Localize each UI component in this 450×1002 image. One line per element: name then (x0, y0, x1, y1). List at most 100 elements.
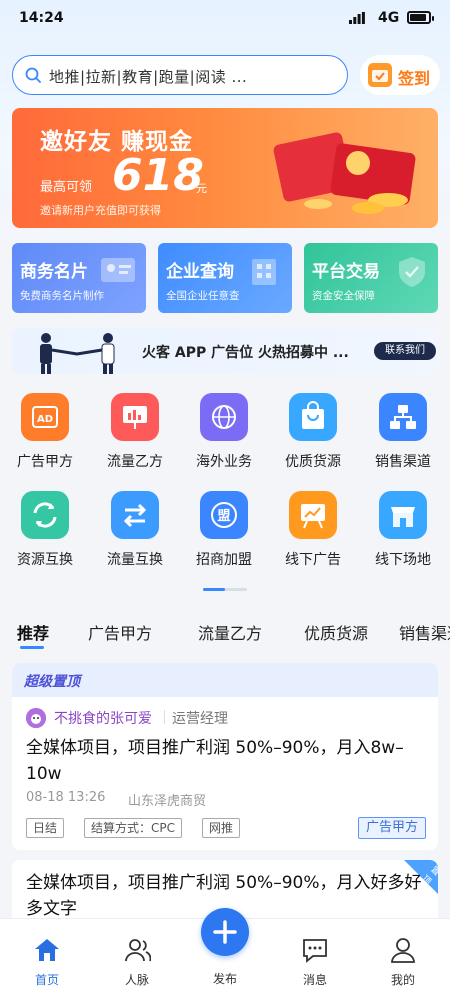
super-pinned-header: 超级置顶 (12, 663, 438, 697)
post-category-badge: 广告甲方 (358, 817, 427, 839)
quick-card-subtitle: 全国企业任意查 (166, 290, 240, 302)
swap-arrows-icon (111, 491, 159, 539)
grid-item-label: 海外业务 (196, 454, 252, 470)
grid-item-label: 销售渠道 (375, 454, 431, 470)
home-icon (35, 939, 59, 961)
handshake-illustration (40, 333, 115, 374)
svg-text:盟: 盟 (217, 508, 230, 524)
tab-sales-channel[interactable]: 销售渠道 (399, 620, 450, 644)
nav-label: 消息 (302, 973, 327, 987)
grid-item-overseas[interactable]: 海外业务 (184, 393, 264, 471)
sign-in-label: 签到 (398, 69, 431, 88)
nav-contacts[interactable]: 人脉 (107, 937, 167, 988)
post-card-pinned[interactable]: 超级置顶 不挑食的张可爱 运营经理 全媒体项目，项目推广利润 50%–90%，月… (12, 663, 438, 850)
shopping-bag-icon (289, 393, 337, 441)
author-name[interactable]: 不挑食的张可爱 (54, 708, 152, 728)
grid-item-label: 资源互换 (17, 552, 73, 568)
nav-label: 首页 (34, 973, 59, 987)
ad-icon: AD (21, 393, 69, 441)
grid-item-sales-channel[interactable]: 销售渠道 (363, 393, 443, 471)
grid-item-label: 广告甲方 (17, 454, 73, 470)
search-icon (25, 67, 41, 83)
banner-amount: 618 (112, 150, 204, 201)
author-role: 运营经理 (164, 708, 228, 728)
grid-item-label: 流量乙方 (107, 454, 163, 470)
storefront-icon (379, 491, 427, 539)
grid-item-traffic-party[interactable]: 流量乙方 (95, 393, 175, 471)
tab-quality-source[interactable]: 优质货源 (304, 620, 368, 644)
post-tag: 结算方式：CPC (84, 818, 182, 838)
contacts-icon (125, 939, 152, 962)
banner-unit: 元 (196, 182, 207, 195)
grid-item-offline-ad[interactable]: 线下广告 (273, 491, 353, 569)
banner-note: 邀请新用户充值即可获得 (40, 204, 161, 217)
refresh-icon (21, 491, 69, 539)
calendar-check-icon (368, 63, 392, 87)
publish-button[interactable] (201, 908, 249, 956)
grid-item-label: 优质货源 (285, 454, 341, 470)
ad-bar-text: 火客 APP 广告位 火热招募中 ... (142, 345, 349, 361)
billboard-icon (289, 491, 337, 539)
status-time: 14:24 (19, 10, 64, 26)
user-icon (391, 938, 415, 963)
grid-item-label: 招商加盟 (196, 552, 252, 568)
tab-recommend[interactable]: 推荐 (17, 620, 49, 644)
quick-card-business-card[interactable]: 商务名片 免费商务名片制作 (12, 243, 146, 313)
building-icon (252, 259, 276, 285)
post-tag: 日结 (26, 818, 65, 838)
grid-item-ad-party[interactable]: AD 广告甲方 (5, 393, 85, 471)
grid-item-label: 流量互换 (107, 552, 163, 568)
post-title: 全媒体项目，项目推广利润 50%–90%，月入8w–10w (26, 738, 404, 784)
quick-card-subtitle: 免费商务名片制作 (20, 290, 104, 302)
quick-card-company-search[interactable]: 企业查询 全国企业任意查 (158, 243, 292, 313)
globe-icon (200, 393, 248, 441)
message-icon (303, 939, 327, 963)
post-company: 山东泽虎商贸 (128, 794, 207, 809)
svg-text:AD: AD (37, 414, 53, 425)
grid-item-traffic-exchange[interactable]: 流量互换 (95, 491, 175, 569)
tab-active-indicator (20, 646, 44, 649)
nav-label: 人脉 (124, 973, 149, 987)
shield-icon (399, 257, 425, 287)
status-bar: 14:24 4G (0, 0, 450, 36)
avatar[interactable] (26, 708, 46, 728)
sign-in-button[interactable]: 签到 (360, 55, 440, 95)
publish-label: 发布 (212, 972, 237, 986)
grid-item-label: 线下场地 (375, 552, 431, 568)
hierarchy-icon (379, 393, 427, 441)
nav-label: 我的 (390, 973, 415, 987)
contact-us-button[interactable]: 联系我们 (374, 342, 436, 360)
grid-item-offline-venue[interactable]: 线下场地 (363, 491, 443, 569)
network-type: 4G (378, 10, 400, 26)
tab-traffic-party[interactable]: 流量乙方 (198, 620, 262, 644)
grid-item-label: 线下广告 (285, 552, 341, 568)
id-card-icon (101, 258, 135, 282)
battery-icon (407, 11, 434, 24)
grid-page-indicator (203, 588, 247, 591)
search-input[interactable]: 地推|拉新|教育|跑量|阅读 ... (12, 55, 348, 95)
signal-icon (349, 12, 365, 24)
quick-card-title: 平台交易 (312, 262, 380, 282)
quick-card-title: 企业查询 (166, 262, 234, 282)
grid-item-resource-exchange[interactable]: 资源互换 (5, 491, 85, 569)
post-date: 08-18 13:26 (26, 790, 106, 805)
tab-ad-party[interactable]: 广告甲方 (88, 620, 152, 644)
super-pinned-badge: 超级置顶 (24, 674, 80, 690)
red-envelope-illustration (273, 132, 416, 214)
invite-banner[interactable]: 邀好友 赚现金 最高可领 618 元 邀请新用户充值即可获得 (12, 108, 438, 228)
nav-me[interactable]: 我的 (373, 937, 433, 988)
grid-item-quality-source[interactable]: 优质货源 (273, 393, 353, 471)
search-placeholder: 地推|拉新|教育|跑量|阅读 ... (49, 68, 248, 86)
nav-home[interactable]: 首页 (17, 937, 77, 988)
franchise-icon: 盟 (200, 491, 248, 539)
quick-card-platform-trade[interactable]: 平台交易 资金安全保障 (304, 243, 438, 313)
chart-board-icon (111, 393, 159, 441)
quick-card-subtitle: 资金安全保障 (312, 290, 375, 302)
banner-prefix: 最高可领 (40, 180, 93, 195)
ad-recruit-bar[interactable]: 火客 APP 广告位 火热招募中 ... 联系我们 (12, 328, 438, 374)
grid-item-franchise[interactable]: 盟 招商加盟 (184, 491, 264, 569)
plus-icon (213, 920, 237, 944)
category-tabs: 推荐 广告甲方 流量乙方 优质货源 销售渠道 (0, 612, 450, 652)
nav-messages[interactable]: 消息 (285, 937, 345, 988)
post-tag: 网推 (202, 818, 241, 838)
